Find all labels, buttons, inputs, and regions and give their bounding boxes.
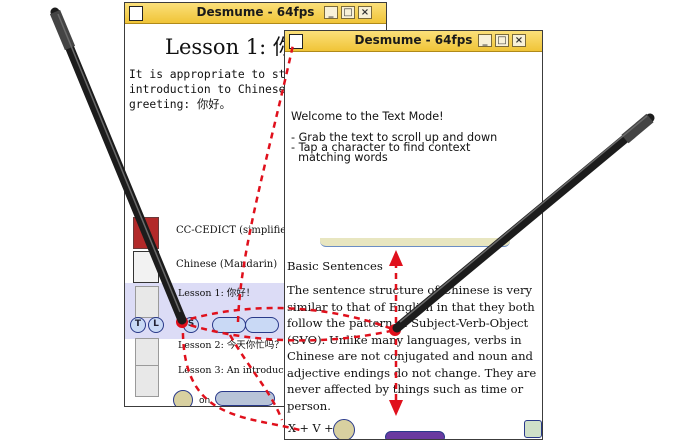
search-icon[interactable] xyxy=(173,390,193,406)
document-icon xyxy=(135,365,159,397)
lesson-item-label: Lesson 2: 今天你忙吗？ xyxy=(178,340,284,351)
emoji-bar[interactable] xyxy=(215,391,275,406)
text-line: follow the pattern of Subject-Verb-Objec… xyxy=(287,316,529,330)
list-mode-button[interactable]: L xyxy=(148,317,164,333)
color-bar[interactable] xyxy=(385,431,445,439)
back-title-bar[interactable]: Desmume - 64fps _ □ × xyxy=(125,3,386,24)
text-line: adjective endings do not change. They ar… xyxy=(287,365,537,380)
tip-line: matching words xyxy=(291,151,388,164)
maximize-icon[interactable]: □ xyxy=(495,34,509,47)
book-icon xyxy=(133,217,159,249)
welcome-text: Welcome to the Text Mode! xyxy=(291,110,444,123)
lesson-item-label: Lesson 1: 你好！ xyxy=(178,288,256,299)
footer-text: X + V + xyxy=(288,422,334,435)
text-mode-button[interactable]: T xyxy=(130,317,146,333)
dict-item-label: Chinese (Mandarin) xyxy=(176,259,278,270)
text-body[interactable]: The sentence structure of Chinese is ver… xyxy=(287,282,539,414)
search-mode-button[interactable]: S xyxy=(183,317,199,333)
text-line: similar to that of English in that they … xyxy=(287,299,535,314)
close-icon[interactable]: × xyxy=(512,34,526,47)
text-line: The sentence structure of Chinese is ver… xyxy=(287,283,533,297)
minimize-icon[interactable]: _ xyxy=(478,34,492,47)
book-button[interactable] xyxy=(212,317,246,333)
text-line: never affected by things such as time or xyxy=(287,382,524,396)
settings-icon[interactable] xyxy=(524,420,542,438)
front-window: Desmume - 64fps _ □ × Welcome to the Tex… xyxy=(284,30,543,440)
text-line: (SVO). Unlike many languages, verbs in xyxy=(287,332,522,347)
search-icon[interactable] xyxy=(333,419,355,439)
close-icon[interactable]: × xyxy=(358,6,372,19)
section-heading: Basic Sentences xyxy=(287,259,383,273)
minimize-icon[interactable]: _ xyxy=(324,6,338,19)
text-line: person. xyxy=(287,398,331,413)
text-line: Chinese are not conjugated and noun and xyxy=(287,349,533,363)
front-title-bar[interactable]: Desmume - 64fps _ □ × xyxy=(285,31,542,52)
edit-button[interactable] xyxy=(245,317,279,333)
maximize-icon[interactable]: □ xyxy=(341,6,355,19)
dict-item-label: CC-CEDICT (simplified) xyxy=(176,225,297,236)
document-icon xyxy=(135,286,159,318)
bottom-label: on xyxy=(199,396,211,406)
book-icon xyxy=(133,251,159,283)
toolbar-edge xyxy=(320,238,510,247)
